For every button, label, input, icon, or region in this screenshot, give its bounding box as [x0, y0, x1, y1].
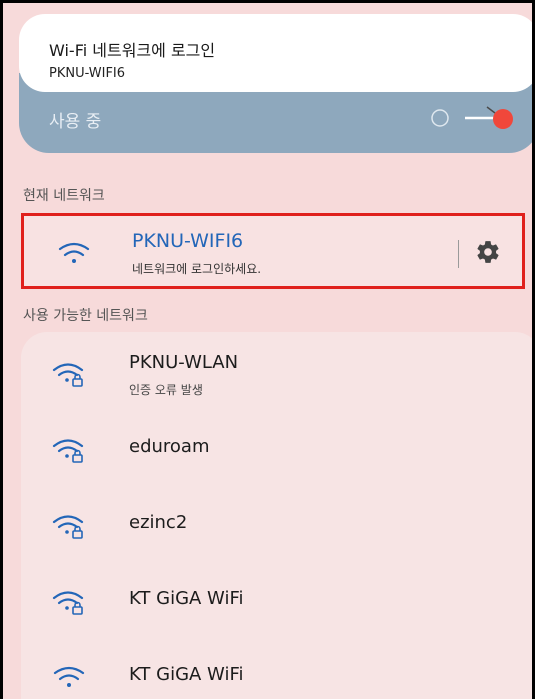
wifi-lock-icon [52, 515, 84, 539]
network-ssid: PKNU-WLAN [129, 352, 239, 373]
wifi-lock-icon [52, 363, 84, 387]
current-network-header: 현재 네트워크 [23, 188, 105, 204]
network-ssid: KT GiGA WiFi [129, 664, 244, 685]
wifi-toggle-switch[interactable] [425, 105, 515, 131]
network-item-kt-giga-wifi-secured[interactable]: KT GiGA WiFi [21, 572, 521, 632]
current-network-status: 네트워크에 로그인하세요. [132, 262, 262, 276]
network-ssid: eduroam [129, 436, 210, 457]
screen-frame: 사용 중 Wi-Fi 네트워크에 로그인 PKNU-WIFI6 현재 네트워크 … [0, 0, 535, 699]
network-item-ezinc2[interactable]: ezinc2 [21, 496, 521, 556]
notification-subtitle: PKNU-WIFI6 [49, 66, 126, 81]
available-networks-header: 사용 가능한 네트워크 [23, 308, 148, 324]
wifi-lock-icon [52, 591, 84, 615]
wifi-lock-icon [52, 439, 84, 463]
divider [458, 240, 459, 268]
network-item-kt-giga-wifi-open[interactable]: KT GiGA WiFi [21, 648, 521, 699]
wifi-icon [53, 666, 85, 687]
network-item-pknu-wlan[interactable]: PKNU-WLAN 인증 오류 발생 [21, 344, 521, 404]
gear-icon[interactable] [475, 239, 501, 265]
available-networks-list: PKNU-WLAN 인증 오류 발생 eduroam ezinc2 KT GiG… [21, 332, 532, 699]
login-notification[interactable]: Wi-Fi 네트워크에 로그인 PKNU-WIFI6 [19, 14, 532, 92]
wifi-toggle-label: 사용 중 [49, 112, 102, 132]
network-ssid: ezinc2 [129, 512, 188, 533]
wifi-icon [58, 242, 90, 263]
network-item-eduroam[interactable]: eduroam [21, 420, 521, 480]
network-ssid: KT GiGA WiFi [129, 588, 244, 609]
current-network-item[interactable]: PKNU-WIFI6 네트워크에 로그인하세요. [21, 213, 525, 289]
current-network-ssid: PKNU-WIFI6 [132, 230, 244, 252]
network-status: 인증 오류 발생 [129, 383, 203, 397]
notification-title: Wi-Fi 네트워크에 로그인 [49, 41, 216, 60]
